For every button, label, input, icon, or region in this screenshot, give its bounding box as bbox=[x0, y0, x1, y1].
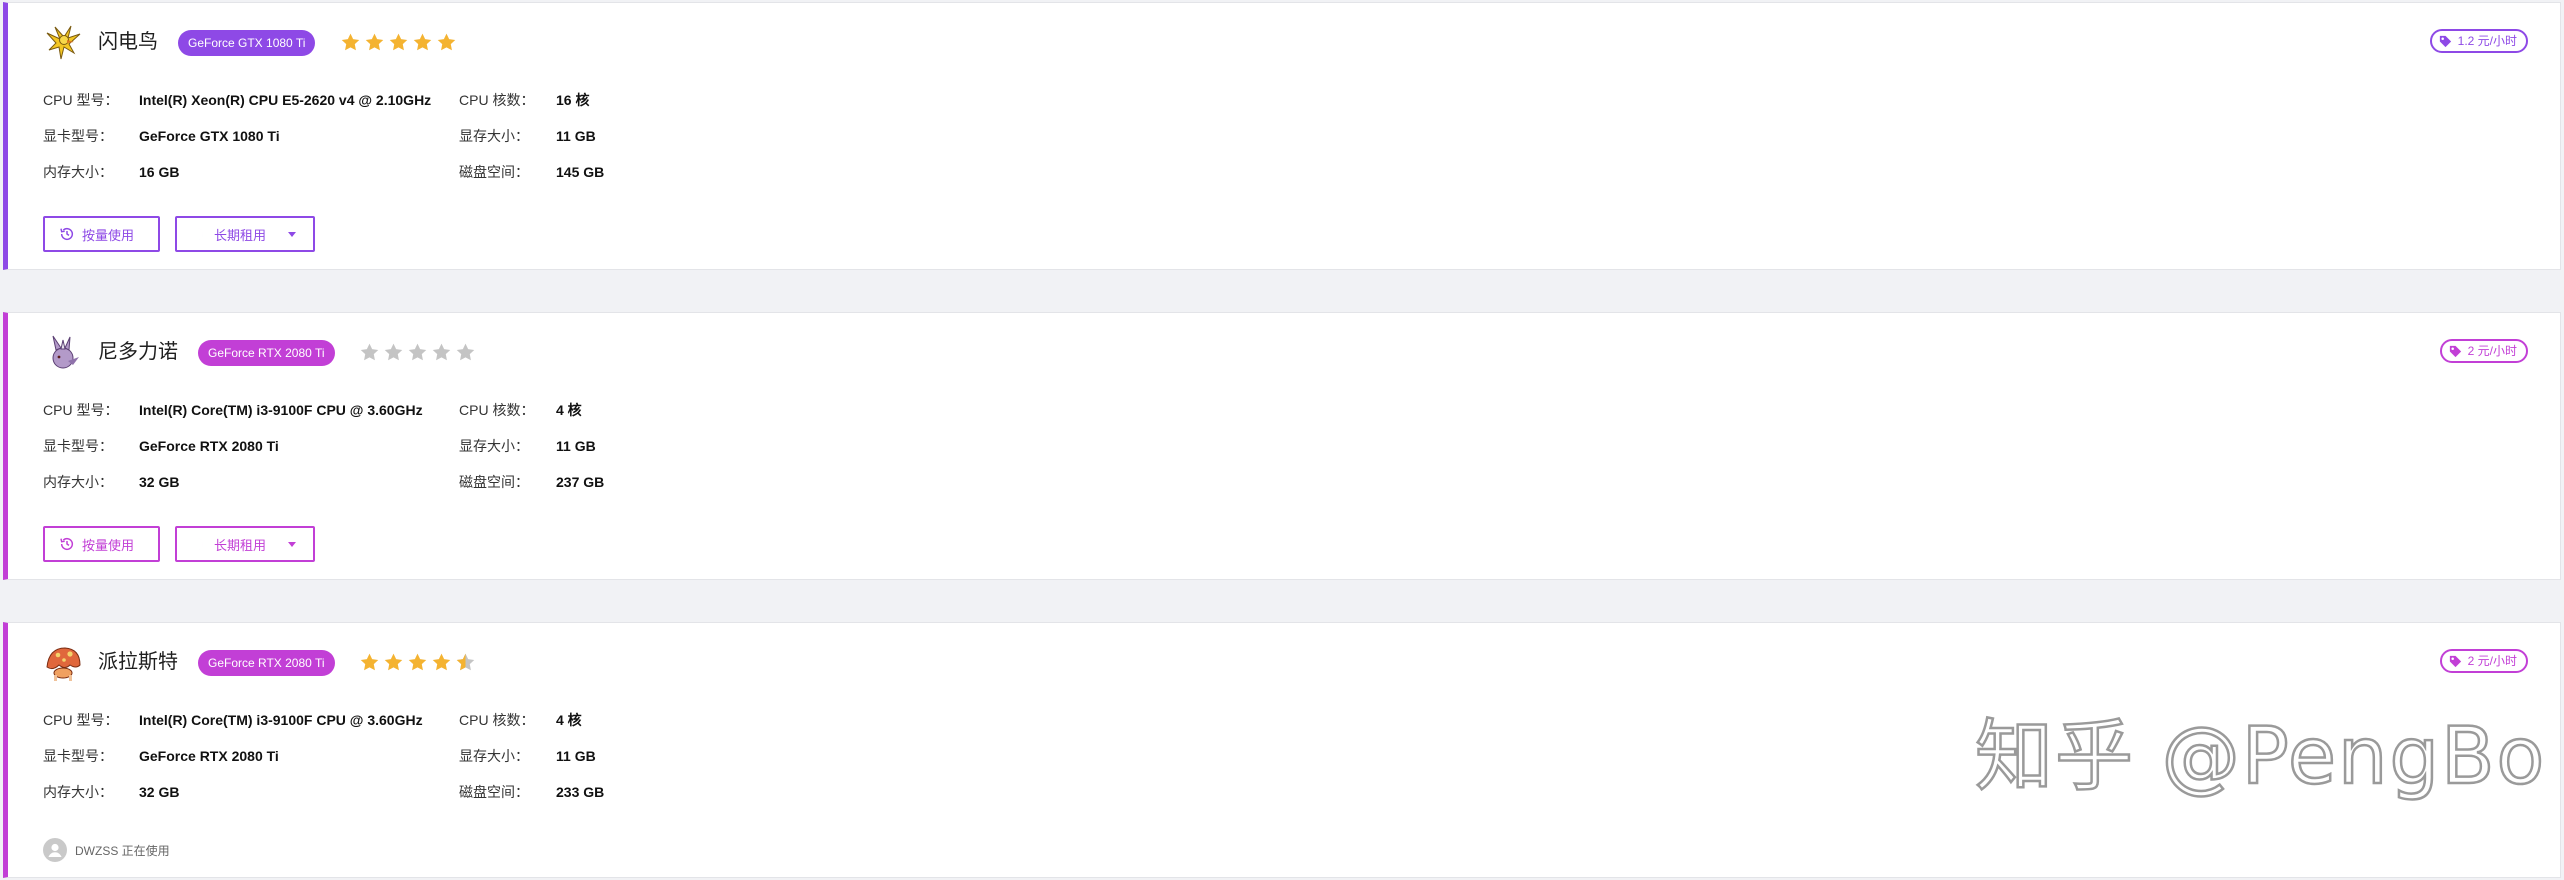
on-demand-label: 按量使用 bbox=[82, 227, 135, 243]
ram-value: 32 GB bbox=[139, 474, 180, 490]
disk-label: 磁盘空间： bbox=[459, 474, 529, 490]
nidorino-avatar-icon bbox=[52, 335, 79, 369]
gpu-model-label: 显卡型号： bbox=[43, 128, 113, 144]
cpu-cores-value: 4 核 bbox=[556, 402, 582, 418]
gpu-badge: GeForce RTX 2080 Ti bbox=[198, 340, 335, 366]
disk-label: 磁盘空间： bbox=[459, 164, 529, 180]
in-use-text: DWZSS 正在使用 bbox=[75, 843, 170, 858]
star-half-icon[interactable] bbox=[455, 652, 476, 673]
cpu-cores-label: CPU 核数： bbox=[459, 402, 535, 418]
gpu-model-label: 显卡型号： bbox=[43, 748, 113, 764]
cpu-model-label: CPU 型号： bbox=[43, 92, 119, 108]
star-icon[interactable] bbox=[383, 342, 404, 363]
price-tag: 1.2 元/小时 bbox=[2429, 29, 2528, 53]
gpu-model-value: GeForce RTX 2080 Ti bbox=[139, 438, 279, 454]
rating-stars[interactable] bbox=[340, 25, 457, 59]
cpu-model-value: Intel(R) Core(TM) i3-9100F CPU @ 3.60GHz bbox=[139, 402, 423, 418]
cpu-cores-value: 4 核 bbox=[556, 712, 582, 728]
watermark: 知乎 @PengBo bbox=[1974, 711, 2547, 804]
zapdos-avatar-icon bbox=[46, 25, 81, 60]
rating-stars[interactable] bbox=[359, 645, 476, 679]
in-use-status: DWZSS 正在使用 bbox=[43, 838, 170, 862]
ram-value: 16 GB bbox=[139, 164, 180, 180]
gpu-memory-value: 11 GB bbox=[556, 438, 596, 454]
star-icon[interactable] bbox=[436, 32, 457, 53]
star-icon[interactable] bbox=[388, 32, 409, 53]
long-term-label: 长期租用 bbox=[214, 537, 267, 553]
price-text: 1.2 元/小时 bbox=[2457, 34, 2517, 48]
on-demand-button[interactable]: 按量使用 bbox=[43, 216, 160, 252]
gpu-badge: GeForce GTX 1080 Ti bbox=[178, 30, 316, 56]
moon-icon bbox=[197, 228, 204, 240]
price-tag: 2 元/小时 bbox=[2439, 649, 2528, 673]
rating-stars[interactable] bbox=[359, 335, 476, 369]
ram-label: 内存大小： bbox=[43, 164, 113, 180]
machine-name: 派拉斯特 bbox=[98, 651, 178, 673]
machine-card-zapdos: 闪电鸟 GeForce GTX 1080 Ti 1.2 元/小时 CPU 型号：… bbox=[3, 2, 2561, 270]
gpu-badge: GeForce RTX 2080 Ti bbox=[198, 650, 335, 676]
price-tag-icon bbox=[2449, 655, 2461, 667]
price-text: 2 元/小时 bbox=[2467, 344, 2517, 358]
gpu-model-value: GeForce GTX 1080 Ti bbox=[139, 128, 280, 144]
gpu-memory-label: 显存大小： bbox=[459, 438, 529, 454]
star-icon[interactable] bbox=[431, 342, 452, 363]
history-icon bbox=[60, 537, 74, 551]
star-icon[interactable] bbox=[407, 652, 428, 673]
moon-icon bbox=[197, 538, 204, 550]
cpu-model-label: CPU 型号： bbox=[43, 402, 119, 418]
gpu-memory-label: 显存大小： bbox=[459, 128, 529, 144]
gpu-model-value: GeForce RTX 2080 Ti bbox=[139, 748, 279, 764]
cpu-model-label: CPU 型号： bbox=[43, 712, 119, 728]
gpu-memory-value: 11 GB bbox=[556, 748, 596, 764]
star-icon[interactable] bbox=[340, 32, 361, 53]
ram-value: 32 GB bbox=[139, 784, 180, 800]
machine-name: 闪电鸟 bbox=[98, 31, 158, 53]
machine-card-nidorino: 尼多力诺 GeForce RTX 2080 Ti 2 元/小时 CPU 型号： … bbox=[3, 312, 2561, 580]
long-term-rent-dropdown[interactable]: 长期租用 bbox=[175, 216, 315, 252]
long-term-rent-dropdown[interactable]: 长期租用 bbox=[175, 526, 315, 562]
star-icon[interactable] bbox=[407, 342, 428, 363]
star-icon[interactable] bbox=[412, 32, 433, 53]
star-icon[interactable] bbox=[364, 32, 385, 53]
machine-name: 尼多力诺 bbox=[98, 341, 178, 363]
price-tag-icon bbox=[2439, 35, 2451, 47]
caret-down-icon bbox=[288, 232, 297, 237]
star-icon[interactable] bbox=[359, 652, 380, 673]
price-tag-icon bbox=[2449, 345, 2461, 357]
disk-label: 磁盘空间： bbox=[459, 784, 529, 800]
gpu-memory-label: 显存大小： bbox=[459, 748, 529, 764]
long-term-label: 长期租用 bbox=[214, 227, 267, 243]
on-demand-button[interactable]: 按量使用 bbox=[43, 526, 160, 562]
on-demand-label: 按量使用 bbox=[82, 537, 135, 553]
disk-value: 145 GB bbox=[556, 164, 605, 180]
disk-value: 237 GB bbox=[556, 474, 605, 490]
history-icon bbox=[60, 227, 74, 241]
gpu-model-label: 显卡型号： bbox=[43, 438, 113, 454]
gpu-memory-value: 11 GB bbox=[556, 128, 596, 144]
cpu-model-value: Intel(R) Core(TM) i3-9100F CPU @ 3.60GHz bbox=[139, 712, 423, 728]
ram-label: 内存大小： bbox=[43, 474, 113, 490]
caret-down-icon bbox=[288, 542, 297, 547]
cpu-cores-value: 16 核 bbox=[556, 92, 590, 108]
star-icon[interactable] bbox=[431, 652, 452, 673]
cpu-model-value: Intel(R) Xeon(R) CPU E5-2620 v4 @ 2.10GH… bbox=[139, 92, 432, 108]
cpu-cores-label: CPU 核数： bbox=[459, 712, 535, 728]
price-tag: 2 元/小时 bbox=[2439, 339, 2528, 363]
parasect-avatar-icon bbox=[46, 647, 81, 681]
star-icon[interactable] bbox=[359, 342, 380, 363]
price-text: 2 元/小时 bbox=[2467, 654, 2517, 668]
star-icon[interactable] bbox=[383, 652, 404, 673]
cpu-cores-label: CPU 核数： bbox=[459, 92, 535, 108]
ram-label: 内存大小： bbox=[43, 784, 113, 800]
disk-value: 233 GB bbox=[556, 784, 605, 800]
star-icon[interactable] bbox=[455, 342, 476, 363]
user-avatar-icon bbox=[43, 838, 67, 862]
